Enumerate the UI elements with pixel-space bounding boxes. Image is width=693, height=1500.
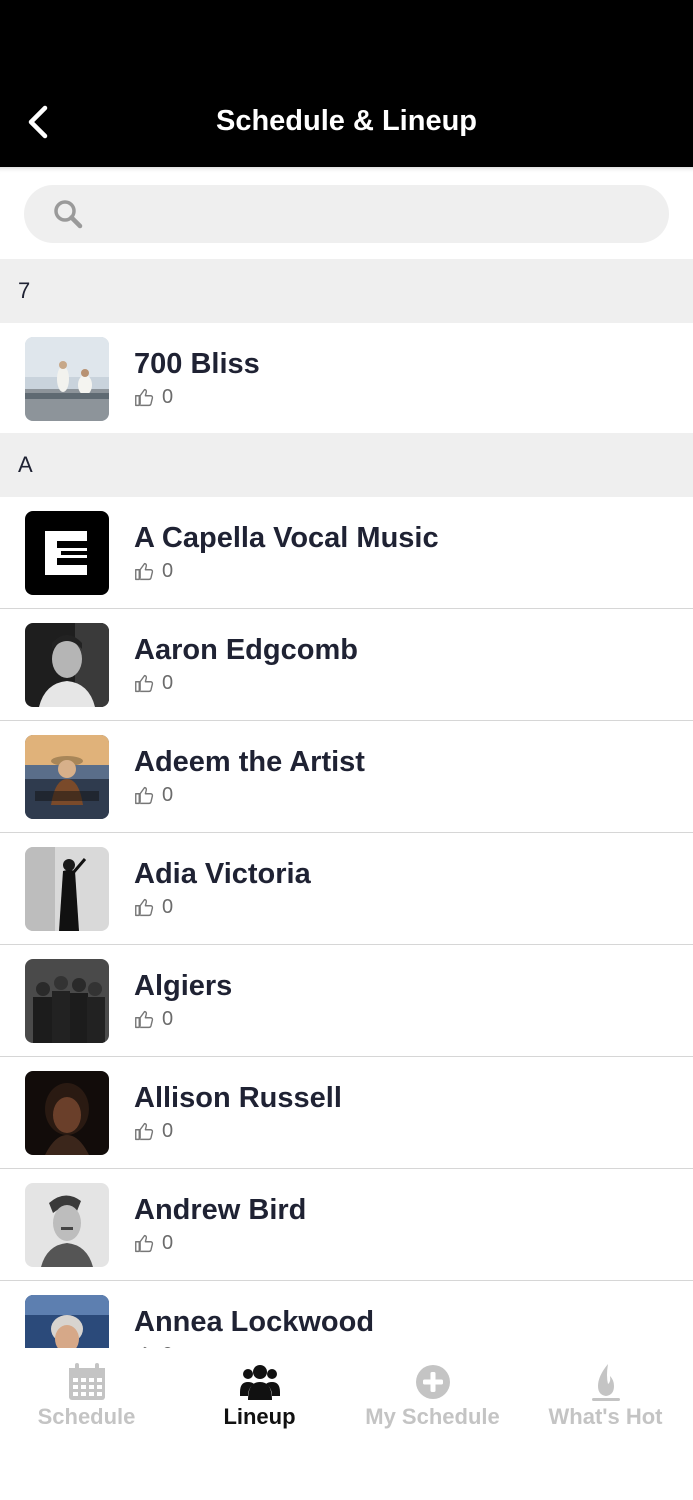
- search-field[interactable]: [24, 185, 669, 243]
- tab-label: What's Hot: [548, 1404, 663, 1429]
- like-button[interactable]: 0: [134, 387, 173, 408]
- like-button[interactable]: 0: [134, 673, 173, 694]
- like-button[interactable]: 0: [134, 897, 173, 918]
- artist-row-allison-russell[interactable]: Allison Russell 0: [0, 1057, 693, 1169]
- artist-row-a-capella-vocal-music[interactable]: A Capella Vocal Music 0: [0, 497, 693, 609]
- thumbs-up-icon: [135, 562, 154, 581]
- tab-whats-hot[interactable]: What's Hot: [519, 1362, 692, 1434]
- artist-photo: [25, 1295, 109, 1348]
- thumbs-up-icon: [135, 786, 154, 805]
- thumbs-up-icon: [135, 1010, 154, 1029]
- like-button[interactable]: 0: [134, 1233, 173, 1254]
- artist-row-annea-lockwood[interactable]: Annea Lockwood 0: [0, 1281, 693, 1348]
- tab-label: Lineup: [223, 1404, 296, 1429]
- artist-name: Adia Victoria: [134, 858, 311, 890]
- like-button[interactable]: 0: [134, 785, 173, 806]
- artist-photo: [25, 337, 109, 421]
- artist-name: Allison Russell: [134, 1082, 342, 1114]
- calendar-icon: [68, 1363, 105, 1400]
- section-header-7: 7: [0, 259, 693, 323]
- like-count: 0: [162, 1232, 174, 1254]
- tab-lineup[interactable]: Lineup: [173, 1362, 346, 1434]
- artist-list[interactable]: 7 700 Bliss 0 A A Capella Vocal Music 0 …: [0, 259, 693, 1348]
- artist-name: Aaron Edgcomb: [134, 634, 358, 666]
- artist-photo: [25, 959, 109, 1043]
- search-icon: [54, 200, 83, 229]
- thumbs-up-icon: [135, 674, 154, 693]
- thumbs-up-icon: [135, 1122, 154, 1141]
- artist-name: Algiers: [134, 970, 233, 1002]
- like-count: 0: [162, 1120, 174, 1142]
- tab-label: My Schedule: [365, 1404, 500, 1429]
- like-count: 0: [162, 672, 174, 694]
- like-button[interactable]: 0: [134, 561, 173, 582]
- artist-name: A Capella Vocal Music: [134, 522, 439, 554]
- tab-label: Schedule: [37, 1404, 136, 1429]
- section-header-a: A: [0, 433, 693, 497]
- thumbs-up-icon: [135, 1234, 154, 1253]
- artist-row-700-bliss[interactable]: 700 Bliss 0: [0, 323, 693, 433]
- like-count: 0: [162, 784, 174, 806]
- thumbs-up-icon: [135, 898, 154, 917]
- artist-row-adeem-the-artist[interactable]: Adeem the Artist 0: [0, 721, 693, 833]
- search-bar: [0, 167, 693, 259]
- artist-row-adia-victoria[interactable]: Adia Victoria 0: [0, 833, 693, 945]
- tab-schedule[interactable]: Schedule: [0, 1362, 173, 1434]
- page-title: Schedule & Lineup: [215, 105, 478, 137]
- artist-name: Andrew Bird: [134, 1194, 307, 1226]
- artist-photo: [25, 1183, 109, 1267]
- like-button[interactable]: 0: [134, 1009, 173, 1030]
- like-count: 0: [162, 560, 174, 582]
- people-icon: [239, 1365, 280, 1400]
- like-button[interactable]: 0: [134, 1121, 173, 1142]
- like-count: 0: [162, 1008, 174, 1030]
- artist-name: 700 Bliss: [134, 348, 260, 380]
- artist-name: Annea Lockwood: [134, 1306, 375, 1338]
- flame-icon: [591, 1364, 620, 1401]
- artist-photo: [25, 847, 109, 931]
- artist-row-andrew-bird[interactable]: Andrew Bird 0: [0, 1169, 693, 1281]
- thumbs-up-icon: [135, 388, 154, 407]
- artist-photo: [25, 623, 109, 707]
- artist-row-aaron-edgcomb[interactable]: Aaron Edgcomb 0: [0, 609, 693, 721]
- search-input[interactable]: [96, 200, 656, 228]
- artist-row-algiers[interactable]: Algiers 0: [0, 945, 693, 1057]
- artist-name: Adeem the Artist: [134, 746, 365, 778]
- tab-my-schedule[interactable]: My Schedule: [346, 1362, 519, 1434]
- artist-photo: [25, 1071, 109, 1155]
- artist-photo: [25, 511, 109, 595]
- bottom-tab-bar: Schedule Lineup My Schedule What's Hot: [0, 1348, 693, 1500]
- artist-photo: [25, 735, 109, 819]
- like-count: 0: [162, 386, 174, 408]
- like-count: 0: [162, 896, 174, 918]
- plus-circle-icon: [415, 1365, 450, 1399]
- app-header: Schedule & Lineup: [0, 0, 693, 167]
